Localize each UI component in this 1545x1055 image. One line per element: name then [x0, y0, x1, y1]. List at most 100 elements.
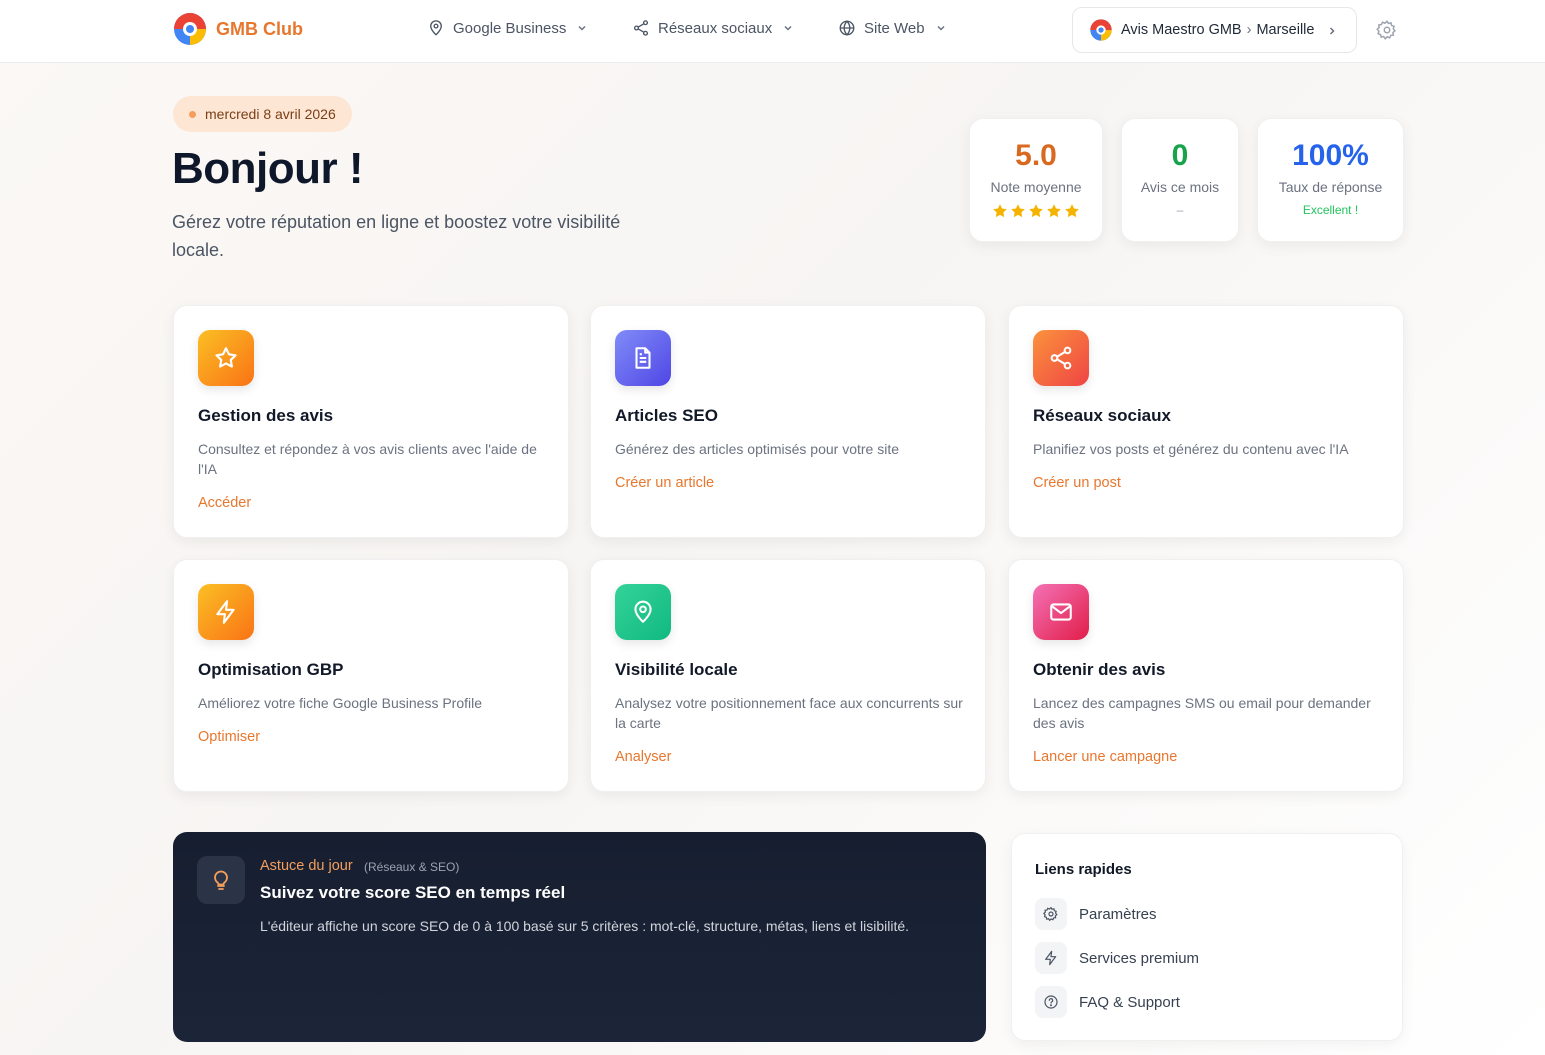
card-description: Planifiez vos posts et générez du conten… [1033, 441, 1349, 457]
card-articles-seo[interactable]: Articles SEO Générez des articles optimi… [590, 305, 986, 538]
nav-reseaux-sociaux[interactable]: Réseaux sociaux [632, 19, 794, 37]
stat-label: Taux de réponse [1278, 179, 1383, 195]
nav-google-business[interactable]: Google Business [427, 19, 588, 37]
stat-reviews-month: 0 Avis ce mois – [1121, 118, 1239, 242]
star-icon [1011, 204, 1025, 218]
quick-link-icon-box [1035, 986, 1067, 1018]
stat-extra: – [1176, 203, 1184, 217]
stat-label: Avis ce mois [1140, 179, 1220, 195]
nav-label: Site Web [864, 19, 925, 37]
business-selector[interactable]: Avis Maestro GMB › Marseille [1072, 7, 1357, 53]
chevron-down-icon [784, 25, 792, 31]
card-link[interactable]: Analyser [615, 749, 671, 765]
chevron-down-icon [937, 25, 945, 31]
share-icon [1050, 346, 1072, 370]
business-logo-icon [1090, 19, 1112, 41]
card-visibilite-locale[interactable]: Visibilité locale Analysez votre positio… [590, 559, 986, 792]
page-title: Bonjour ! [172, 144, 364, 193]
lightbulb-icon [214, 870, 228, 890]
star-icon [1065, 204, 1079, 218]
card-link[interactable]: Lancer une campagne [1033, 749, 1177, 765]
nav-label: Google Business [453, 19, 567, 37]
business-separator: › [1246, 22, 1252, 38]
card-title: Articles SEO [615, 406, 718, 425]
brand-logo-icon [174, 13, 206, 45]
bolt-icon [216, 600, 235, 624]
rating-stars [970, 203, 1102, 219]
card-description: Analysez votre positionnement face aux c… [615, 695, 963, 731]
gear-icon [1043, 906, 1058, 922]
star-icon [1029, 204, 1043, 218]
tip-category: (Réseaux & SEO) [364, 860, 460, 874]
stat-value: 100% [1292, 139, 1369, 172]
card-link[interactable]: Créer un article [615, 475, 714, 491]
business-location: Marseille [1256, 22, 1315, 38]
quick-link-label: Services premium [1079, 949, 1200, 967]
card-icon-box [198, 330, 254, 386]
card-icon-box [198, 584, 254, 640]
card-optimisation-gbp[interactable]: Optimisation GBP Améliorez votre fiche G… [173, 559, 569, 792]
card-link[interactable]: Accéder [198, 495, 251, 511]
stat-average-rating: 5.0 Note moyenne [969, 118, 1103, 242]
card-description: Générez des articles optimisés pour votr… [615, 441, 900, 457]
card-description: Lancez des campagnes SMS ou email pour d… [1033, 695, 1371, 731]
star-icon [993, 204, 1007, 218]
stat-extra: Excellent ! [1302, 203, 1359, 217]
tip-label: Astuce du jour [260, 858, 353, 874]
quick-link-label: FAQ & Support [1079, 993, 1180, 1011]
card-description: Consultez et répondez à vos avis clients… [198, 441, 537, 477]
card-icon-box [1033, 584, 1089, 640]
brand-name: GMB Club [216, 18, 303, 39]
page-subtitle: Gérez votre réputation en ligne et boost… [172, 212, 621, 260]
quick-link-label: Paramètres [1079, 905, 1157, 923]
document-icon [635, 347, 651, 369]
business-account: Avis Maestro GMB [1121, 22, 1242, 38]
map-pin-icon [634, 600, 652, 624]
card-icon-box [615, 330, 671, 386]
card-reseaux-sociaux[interactable]: Réseaux sociaux Planifiez vos posts et g… [1008, 305, 1404, 538]
share-icon [633, 20, 649, 36]
tip-title: Suivez votre score SEO en temps réel [260, 883, 566, 902]
quick-links-panel: Liens rapides Paramètres Services premiu… [1011, 833, 1403, 1041]
chevron-right-icon [1329, 27, 1335, 35]
card-title: Obtenir des avis [1033, 660, 1166, 679]
star-icon [215, 347, 237, 368]
quick-link-services-premium[interactable]: Services premium [1035, 942, 1199, 974]
card-link[interactable]: Créer un post [1033, 475, 1121, 491]
tip-of-the-day: Astuce du jour (Réseaux & SEO) Suivez vo… [173, 832, 986, 1042]
mail-icon [1050, 603, 1072, 621]
stat-value: 0 [1171, 139, 1189, 172]
card-title: Réseaux sociaux [1033, 406, 1171, 425]
quick-link-parametres[interactable]: Paramètres [1035, 898, 1157, 930]
date-badge: mercredi 8 avril 2026 [173, 96, 352, 132]
globe-icon [839, 20, 855, 36]
card-gestion-avis[interactable]: Gestion des avis Consultez et répondez à… [173, 305, 569, 538]
card-icon-box [615, 584, 671, 640]
quick-link-faq-support[interactable]: FAQ & Support [1035, 986, 1180, 1018]
card-title: Visibilité locale [615, 660, 738, 679]
stat-value: 5.0 [1015, 139, 1057, 172]
tip-icon-box [197, 856, 245, 904]
brand[interactable]: GMB Club [172, 11, 303, 47]
quick-links-title: Liens rapides [1035, 861, 1132, 878]
quick-link-icon-box [1035, 898, 1067, 930]
top-bar: GMB Club Google Business Réseaux sociaux… [0, 0, 1545, 63]
tip-body: L'éditeur affiche un score SEO de 0 à 10… [260, 918, 910, 934]
settings-gear-icon[interactable] [1376, 19, 1398, 41]
stat-response-rate: 100% Taux de réponse Excellent ! [1257, 118, 1404, 242]
chevron-down-icon [578, 25, 586, 31]
quick-link-icon-box [1035, 942, 1067, 974]
star-icon [1047, 204, 1061, 218]
help-icon [1044, 995, 1058, 1009]
nav-site-web[interactable]: Site Web [838, 19, 947, 37]
card-title: Optimisation GBP [198, 660, 344, 679]
stat-label: Note moyenne [990, 179, 1082, 195]
card-link[interactable]: Optimiser [198, 729, 260, 745]
card-title: Gestion des avis [198, 406, 334, 425]
card-description: Améliorez votre fiche Google Business Pr… [198, 695, 483, 711]
map-pin-icon [430, 20, 442, 36]
card-icon-box [1033, 330, 1089, 386]
card-obtenir-avis[interactable]: Obtenir des avis Lancez des campagnes SM… [1008, 559, 1404, 792]
nav-label: Réseaux sociaux [658, 19, 773, 37]
bolt-icon [1045, 950, 1057, 966]
